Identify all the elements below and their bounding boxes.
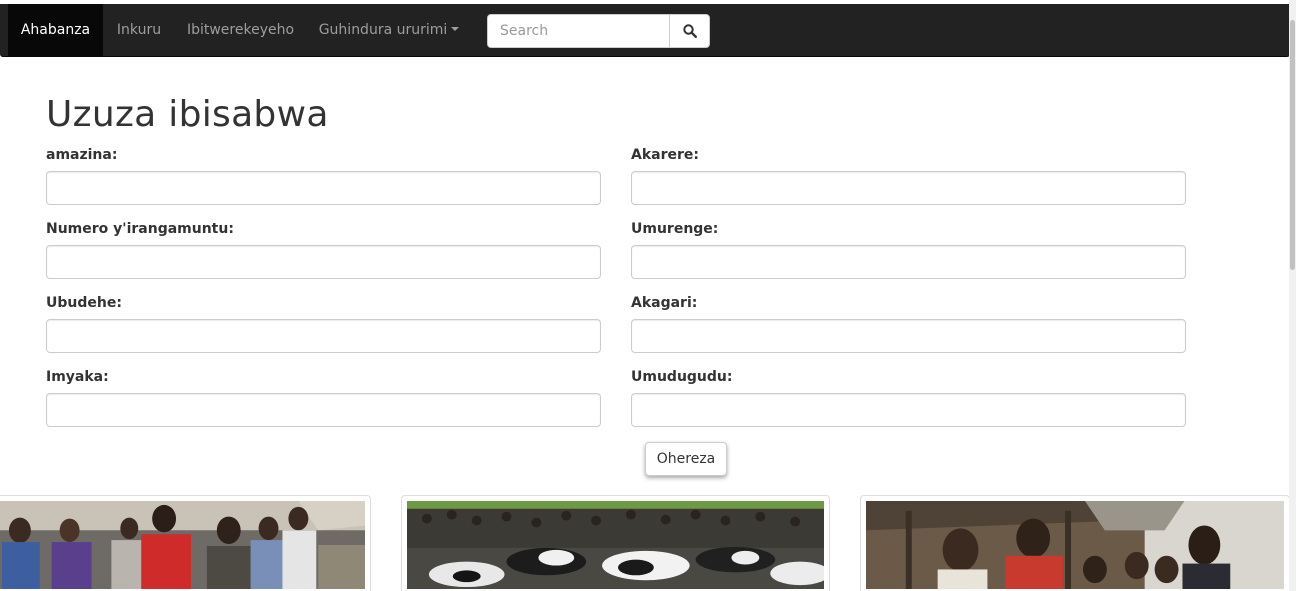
vertical-scrollbar[interactable] [1289, 0, 1296, 591]
age-field[interactable] [46, 393, 601, 427]
ubudehe-field[interactable] [46, 319, 601, 353]
scrollbar-thumb[interactable] [1290, 20, 1295, 270]
page-title: Uzuza ibisabwa [46, 94, 329, 135]
village-label: Umudugudu: [631, 369, 733, 385]
photo-thumbnail[interactable] [0, 495, 371, 591]
age-label: Imyaka: [46, 369, 109, 385]
district-label: Akarere: [631, 147, 699, 163]
nav-item-about[interactable]: Ibitwerekeyeho [175, 4, 306, 56]
sector-field[interactable] [631, 245, 1186, 279]
ubudehe-label: Ubudehe: [46, 295, 122, 311]
nav-item-home[interactable]: Ahabanza [8, 4, 103, 56]
caret-down-icon [451, 27, 460, 31]
search-input[interactable] [487, 14, 670, 48]
nav-item-language-dropdown[interactable]: Guhindura ururimi [306, 4, 472, 56]
name-label: amazina: [46, 147, 118, 163]
district-field[interactable] [631, 171, 1186, 205]
top-navbar: Ahabanza Inkuru Ibitwerekeyeho Guhindura… [0, 4, 1290, 57]
search-icon [682, 24, 697, 38]
id-number-field[interactable] [46, 245, 601, 279]
nav-item-label: Guhindura ururimi [318, 22, 448, 38]
village-field[interactable] [631, 393, 1186, 427]
officials-group-photo [866, 501, 1284, 589]
name-field[interactable] [46, 171, 601, 205]
search-button[interactable] [669, 14, 710, 48]
nav-item-news[interactable]: Inkuru [103, 4, 175, 56]
people-gathering-photo [0, 501, 365, 589]
id-number-label: Numero y'irangamuntu: [46, 221, 234, 237]
nav-item-label: Inkuru [116, 22, 162, 38]
sector-label: Umurenge: [631, 221, 719, 237]
nav-item-label: Ibitwerekeyeho [186, 22, 295, 38]
cattle-crowd-photo [407, 501, 829, 589]
nav-item-label: Ahabanza [20, 22, 91, 38]
photo-thumbnail[interactable] [860, 495, 1290, 591]
photo-thumbnail[interactable] [401, 495, 830, 591]
cell-field[interactable] [631, 319, 1186, 353]
submit-button[interactable]: Ohereza [645, 442, 727, 476]
search-form [487, 14, 710, 48]
cell-label: Akagari: [631, 295, 698, 311]
